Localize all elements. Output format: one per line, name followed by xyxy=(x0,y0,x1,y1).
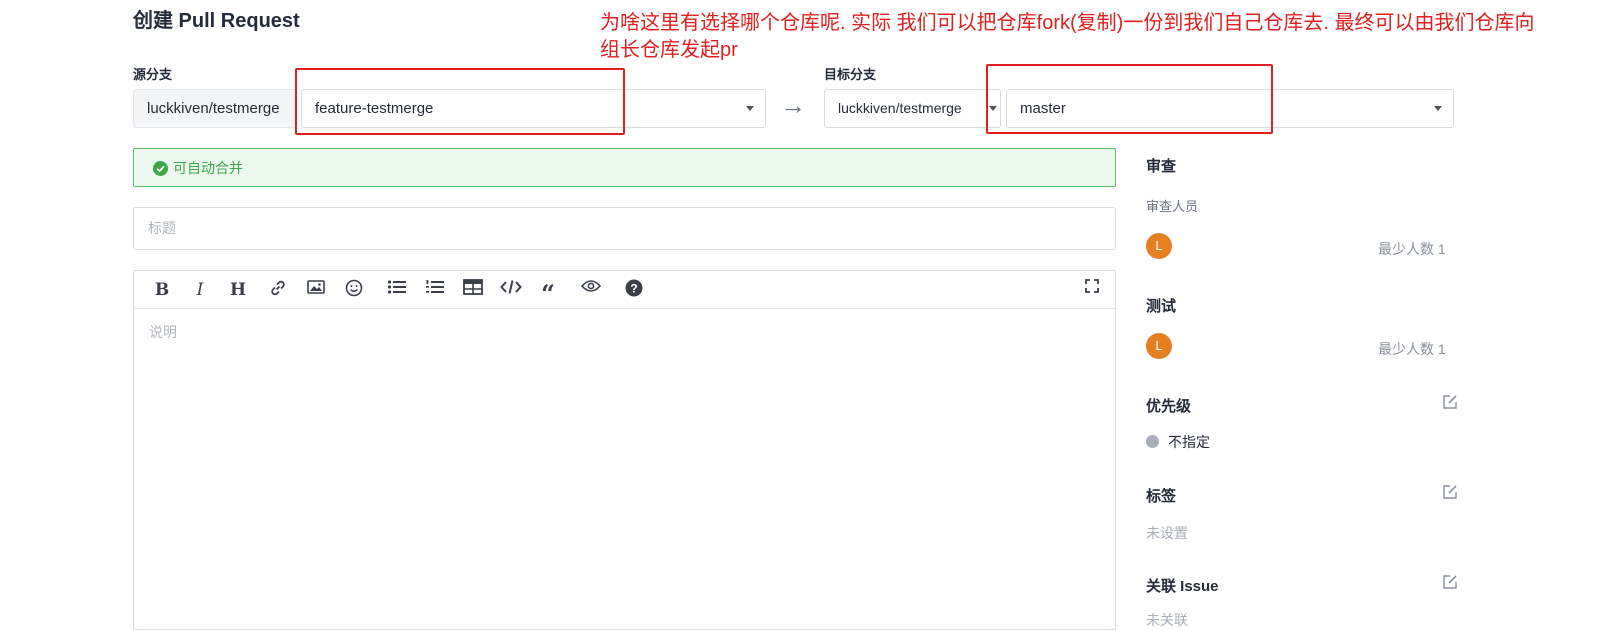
fullscreen-icon[interactable] xyxy=(1081,279,1103,301)
check-circle-icon xyxy=(153,161,168,176)
reviewers-min-count: 最少人数 1 xyxy=(1378,241,1446,257)
chevron-down-icon xyxy=(746,106,754,111)
code-icon[interactable] xyxy=(500,279,522,301)
chevron-down-icon xyxy=(1434,106,1442,111)
source-repo[interactable]: luckkiven/testmerge xyxy=(133,89,296,128)
reviewers-label: 审查人员 xyxy=(1146,199,1199,214)
description-editor[interactable]: B I H “ ? 说明 xyxy=(133,270,1116,630)
priority-dot-icon xyxy=(1146,435,1159,448)
annotation-highlight-source xyxy=(295,68,625,135)
link-icon[interactable] xyxy=(267,279,289,301)
target-repo-value: luckkiven/testmerge xyxy=(838,100,962,116)
title-input[interactable]: 标题 xyxy=(133,207,1116,250)
help-icon[interactable]: ? xyxy=(623,279,645,301)
merge-status-banner: 可自动合并 xyxy=(133,148,1116,187)
arrow-right-icon: → xyxy=(780,90,806,120)
issue-section-title: 关联 Issue xyxy=(1146,578,1219,595)
annotation-highlight-target xyxy=(986,64,1273,134)
heading-icon[interactable]: H xyxy=(227,279,249,301)
bullet-list-icon[interactable] xyxy=(386,279,408,301)
target-repo-select[interactable]: luckkiven/testmerge xyxy=(824,89,1001,128)
title-placeholder: 标题 xyxy=(148,220,176,236)
svg-text:?: ? xyxy=(630,282,637,296)
avatar[interactable]: L xyxy=(1146,333,1172,359)
numbered-list-icon[interactable] xyxy=(424,279,446,301)
italic-icon[interactable]: I xyxy=(189,279,211,301)
source-branch-label: 源分支 xyxy=(133,67,173,82)
bold-icon[interactable]: B xyxy=(151,279,173,301)
merge-status-text: 可自动合并 xyxy=(173,160,243,176)
editor-toolbar: B I H “ ? xyxy=(134,271,1115,309)
emoji-icon[interactable] xyxy=(343,279,365,301)
preview-icon[interactable] xyxy=(580,279,602,301)
annotation-note: 为啥这里有选择哪个仓库呢. 实际 我们可以把仓库fork(复制)一份到我们自己仓… xyxy=(600,12,1535,61)
image-icon[interactable] xyxy=(305,279,327,301)
avatar[interactable]: L xyxy=(1146,233,1172,259)
edit-icon[interactable] xyxy=(1442,484,1458,500)
quote-icon[interactable]: “ xyxy=(537,279,559,308)
edit-icon[interactable] xyxy=(1442,394,1458,410)
page-title: 创建 Pull Request xyxy=(133,10,300,32)
edit-icon[interactable] xyxy=(1442,574,1458,590)
issue-value: 未关联 xyxy=(1146,612,1188,628)
table-icon[interactable] xyxy=(462,279,484,301)
description-placeholder: 说明 xyxy=(149,324,177,340)
labels-value: 未设置 xyxy=(1146,525,1188,541)
test-section-title: 测试 xyxy=(1146,298,1177,315)
review-section-title: 审查 xyxy=(1146,158,1177,175)
testers-min-count: 最少人数 1 xyxy=(1378,341,1446,357)
priority-section-title: 优先级 xyxy=(1146,398,1192,415)
labels-section-title: 标签 xyxy=(1146,488,1177,505)
priority-value[interactable]: 不指定 xyxy=(1168,432,1210,452)
target-branch-label: 目标分支 xyxy=(824,67,877,82)
